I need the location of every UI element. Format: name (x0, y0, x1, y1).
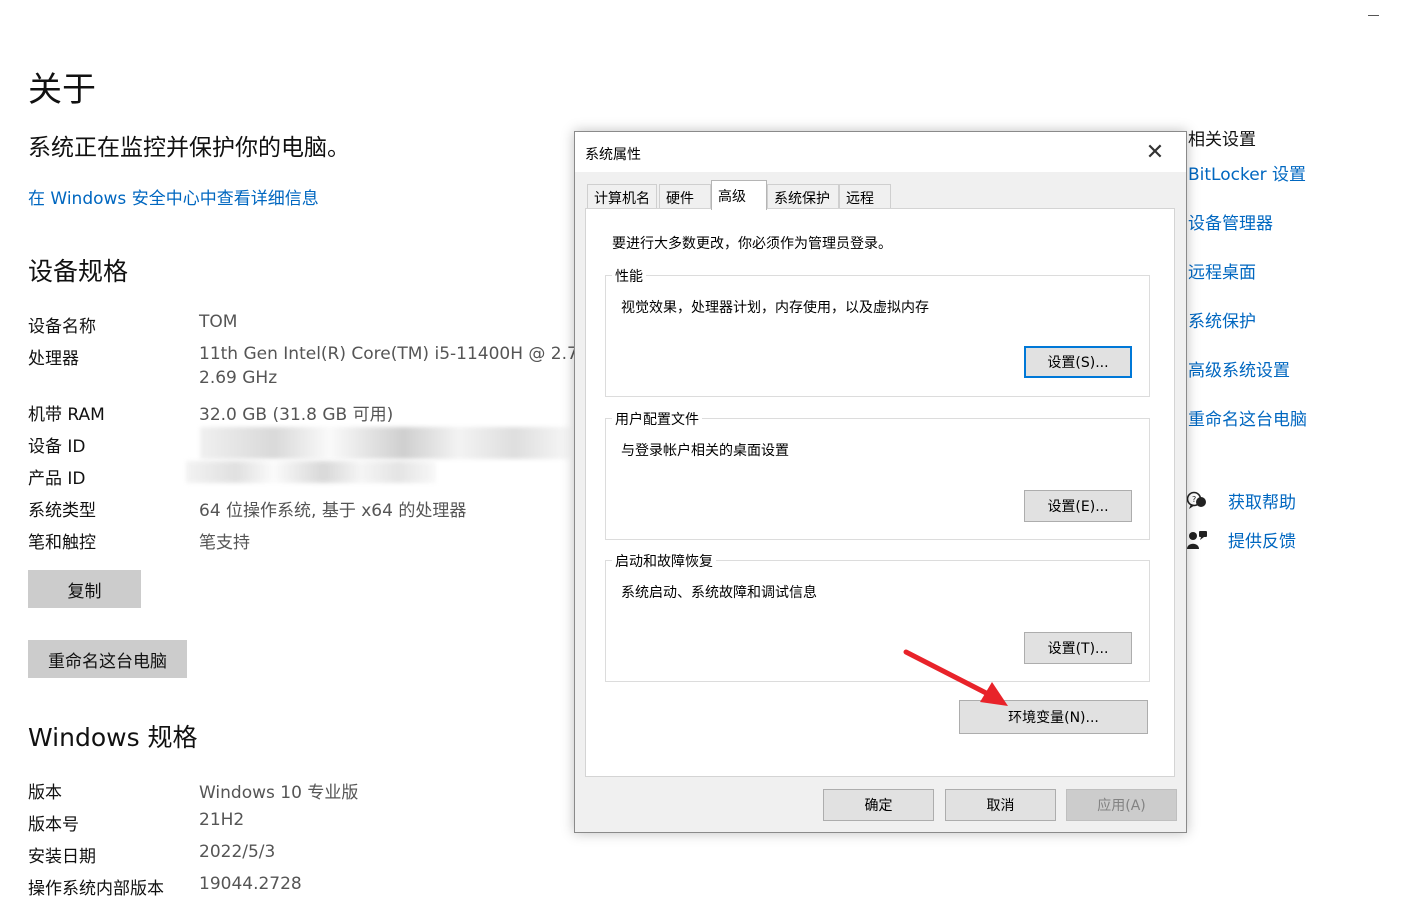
advanced-tab-panel: 要进行大多数更改，你必须作为管理员登录。 性能 视觉效果，处理器计划，内存使用，… (585, 208, 1175, 777)
spec-value-processor: 11th Gen Intel(R) Core(TM) i5-11400H @ 2… (199, 344, 624, 364)
tab-system-protection[interactable]: 系统保护 (767, 184, 839, 208)
page-title: 关于 (28, 70, 96, 110)
admin-note: 要进行大多数更改，你必须作为管理员登录。 (612, 236, 892, 252)
performance-group: 性能 视觉效果，处理器计划，内存使用，以及虚拟内存 设置(S)... (605, 266, 1150, 397)
dialog-titlebar[interactable]: 系统属性 ✕ (575, 132, 1186, 172)
spec-label-pen-touch: 笔和触控 (28, 533, 96, 553)
spec-label-edition: 版本 (28, 783, 62, 803)
redacted-device-id (200, 427, 570, 459)
bitlocker-settings-link[interactable]: BitLocker 设置 (1188, 160, 1306, 185)
device-specs-heading: 设备规格 (28, 257, 129, 286)
spec-value-edition: Windows 10 专业版 (199, 783, 359, 803)
ok-button[interactable]: 确定 (823, 789, 934, 821)
tab-advanced[interactable]: 高级 (711, 180, 767, 210)
system-properties-dialog: 系统属性 ✕ 计算机名 硬件 高级 系统保护 远程 要进行大多数更改，你必须作为… (574, 131, 1187, 833)
security-center-link[interactable]: 在 Windows 安全中心中查看详细信息 (28, 184, 319, 209)
spec-value-device-name: TOM (199, 312, 238, 332)
spec-value-system-type: 64 位操作系统, 基于 x64 的处理器 (199, 501, 467, 521)
spec-label-ram: 机带 RAM (28, 405, 105, 425)
feedback-person-icon (1186, 529, 1208, 551)
user-profiles-desc: 与登录帐户相关的桌面设置 (621, 443, 789, 459)
spec-label-device-name: 设备名称 (28, 317, 96, 337)
help-chat-icon: ? (1186, 490, 1208, 512)
user-profiles-settings-button[interactable]: 设置(E)... (1024, 490, 1132, 522)
performance-desc: 视觉效果，处理器计划，内存使用，以及虚拟内存 (621, 300, 929, 316)
feedback-link[interactable]: 提供反馈 (1228, 527, 1296, 552)
related-settings-heading: 相关设置 (1188, 130, 1256, 150)
rename-pc-link[interactable]: 重命名这台电脑 (1188, 405, 1307, 430)
device-manager-link[interactable]: 设备管理器 (1188, 209, 1273, 234)
spec-value-version: 21H2 (199, 810, 245, 830)
tab-computer-name[interactable]: 计算机名 (587, 184, 657, 208)
spec-value-os-build: 19044.2728 (199, 874, 302, 894)
startup-recovery-group-title: 启动和故障恢复 (612, 551, 716, 571)
spec-label-install-date: 安装日期 (28, 847, 96, 867)
spec-label-processor: 处理器 (28, 349, 79, 369)
apply-button[interactable]: 应用(A) (1066, 789, 1177, 821)
dialog-title: 系统属性 (585, 147, 641, 163)
spec-label-version: 版本号 (28, 815, 79, 835)
startup-recovery-desc: 系统启动、系统故障和调试信息 (621, 585, 817, 601)
performance-group-title: 性能 (612, 266, 646, 286)
cancel-button[interactable]: 取消 (945, 789, 1056, 821)
user-profiles-group: 用户配置文件 与登录帐户相关的桌面设置 设置(E)... (605, 409, 1150, 540)
user-profiles-group-title: 用户配置文件 (612, 409, 702, 429)
spec-value-ram: 32.0 GB (31.8 GB 可用) (199, 405, 394, 425)
startup-recovery-group: 启动和故障恢复 系统启动、系统故障和调试信息 设置(T)... (605, 551, 1150, 682)
system-protection-link[interactable]: 系统保护 (1188, 307, 1256, 332)
minimize-icon[interactable] (1362, 6, 1392, 28)
feedback-row[interactable]: 提供反馈 (1186, 527, 1296, 552)
advanced-system-settings-link[interactable]: 高级系统设置 (1188, 356, 1290, 381)
spec-label-product-id: 产品 ID (28, 469, 86, 489)
environment-variables-button[interactable]: 环境变量(N)... (959, 700, 1148, 734)
windows-specs-heading: Windows 规格 (28, 723, 198, 752)
get-help-row[interactable]: ? 获取帮助 (1186, 488, 1296, 513)
spec-label-device-id: 设备 ID (28, 437, 86, 457)
copy-button[interactable]: 复制 (28, 570, 141, 608)
tab-hardware[interactable]: 硬件 (659, 184, 711, 208)
spec-value-processor-speed: 2.69 GHz (199, 368, 278, 388)
spec-label-os-build: 操作系统内部版本 (28, 879, 164, 899)
spec-label-system-type: 系统类型 (28, 501, 96, 521)
spec-value-pen-touch: 笔支持 (199, 533, 250, 553)
performance-settings-button[interactable]: 设置(S)... (1024, 346, 1132, 378)
redacted-product-id (186, 461, 436, 483)
remote-desktop-link[interactable]: 远程桌面 (1188, 258, 1256, 283)
startup-recovery-settings-button[interactable]: 设置(T)... (1024, 632, 1132, 664)
close-icon[interactable]: ✕ (1135, 136, 1175, 168)
get-help-link[interactable]: 获取帮助 (1228, 488, 1296, 513)
protection-status: 系统正在监控并保护你的电脑。 (28, 135, 350, 161)
tab-remote[interactable]: 远程 (839, 184, 891, 208)
rename-pc-button[interactable]: 重命名这台电脑 (28, 640, 187, 678)
spec-value-install-date: 2022/5/3 (199, 842, 276, 862)
svg-text:?: ? (1192, 495, 1196, 504)
